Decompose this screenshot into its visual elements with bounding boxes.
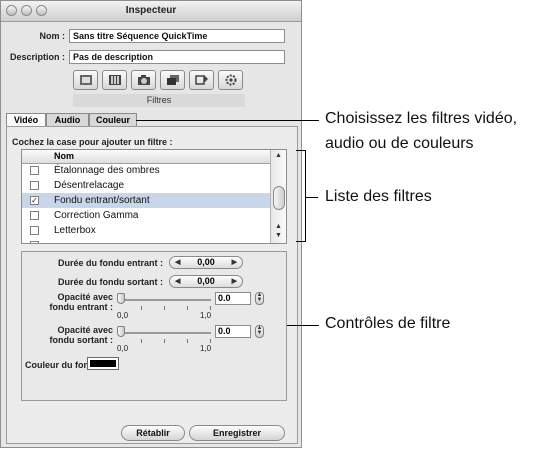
tab-audio[interactable]: Audio (46, 113, 89, 127)
slider-min-label: 0,0 (117, 344, 129, 353)
increment-arrow-icon: ▶ (231, 259, 237, 266)
scroll-thumb[interactable] (273, 186, 285, 210)
nom-field[interactable]: Sans titre Séquence QuickTime (69, 29, 285, 43)
filter-list: Nom Étalonnage des ombres Désentrelacage… (21, 149, 287, 244)
filter-checkbox-checked[interactable]: ✓ (30, 196, 39, 205)
tabs-callout-text-line2: audio ou de couleurs (325, 135, 474, 152)
tabs-callout-line (136, 120, 319, 121)
list-item[interactable]: Étalonnage des ombres (22, 163, 270, 178)
list-callout-text: Liste des filtres (325, 188, 432, 205)
reset-button[interactable]: Rétablir (121, 425, 185, 441)
slider-max-label: 1,0 (200, 311, 212, 320)
film-frames-icon[interactable] (102, 70, 127, 90)
opacity-fade-out-field[interactable]: 0.0 (215, 325, 251, 338)
controls-callout-line (287, 325, 319, 326)
list-item[interactable]: Désentrelacage (22, 178, 270, 193)
list-item[interactable] (22, 238, 270, 243)
opacity-fade-out-slider[interactable] (119, 332, 211, 334)
list-item[interactable]: ✓ Fondu entrant/sortant (22, 193, 270, 208)
filter-checkbox[interactable] (30, 166, 39, 175)
scroll-up-arrow-icon[interactable]: ▲ (275, 152, 282, 159)
column-header-nom[interactable]: Nom (22, 150, 270, 164)
list-bracket (305, 150, 306, 242)
description-field[interactable]: Pas de description (69, 50, 285, 64)
list-scrollbar[interactable]: ▲ ▲ ▼ (270, 150, 286, 243)
opacity-fade-in-spin[interactable]: ▲ ▼ (255, 292, 264, 305)
tab-couleur[interactable]: Couleur (89, 113, 137, 127)
stacked-frames-icon[interactable] (160, 70, 185, 90)
inspector-toolbar (73, 70, 245, 92)
filter-checkbox[interactable] (30, 241, 39, 243)
film-strip-icon[interactable] (73, 70, 98, 90)
fade-out-duration-label: Durée du fondu sortant : (58, 277, 163, 287)
save-button[interactable]: Enregistrer (189, 425, 285, 441)
slider-max-label: 1,0 (200, 344, 212, 353)
decrement-arrow-icon: ◀ (175, 278, 181, 285)
filter-checkbox[interactable] (30, 211, 39, 220)
tabs-callout-text-line1: Choisissez les filtres vidéo, (325, 110, 518, 127)
tab-video[interactable]: Vidéo (6, 113, 46, 127)
window-title: Inspecteur (125, 5, 177, 16)
opacity-fade-in-slider-knob[interactable] (117, 293, 125, 304)
filter-checkbox[interactable] (30, 226, 39, 235)
list-item[interactable]: Letterbox (22, 223, 270, 238)
fade-color-label: Couleur du fondu : (25, 360, 106, 370)
description-label: Description : (9, 52, 65, 62)
scroll-down-arrow-icon[interactable]: ▼ (275, 232, 282, 239)
inspector-window: Inspecteur Nom : Sans titre Séquence Qui… (0, 0, 302, 448)
slider-min-label: 0,0 (117, 311, 129, 320)
opacity-fade-out-label: Opacité avec fondu sortant : (49, 325, 114, 345)
scroll-up-arrow-icon[interactable]: ▲ (275, 223, 282, 230)
nom-label: Nom : (39, 31, 66, 41)
opacity-fade-in-field[interactable]: 0.0 (215, 292, 251, 305)
decrement-arrow-icon: ◀ (175, 259, 181, 266)
filter-checkbox[interactable] (30, 181, 39, 190)
list-bracket-bottom (296, 241, 306, 242)
opacity-fade-in-slider[interactable] (119, 299, 211, 301)
list-item[interactable]: Correction Gamma (22, 208, 270, 223)
opacity-fade-in-label: Opacité avec fondu entrant : (49, 292, 114, 312)
fade-color-swatch[interactable] (87, 357, 119, 370)
toolbar-section-label: Filtres (73, 94, 245, 107)
fade-out-duration-stepper[interactable]: ◀ 0,00 ▶ (169, 275, 243, 288)
increment-arrow-icon: ▶ (231, 278, 237, 285)
fade-color-fill (90, 360, 116, 367)
camera-icon[interactable] (131, 70, 156, 90)
filter-instruction: Cochez la case pour ajouter un filtre : (12, 137, 173, 147)
opacity-fade-out-slider-knob[interactable] (117, 326, 125, 337)
gear-icon[interactable] (218, 70, 243, 90)
controls-callout-text: Contrôles de filtre (325, 315, 451, 332)
fade-in-duration-label: Durée du fondu entrant : (58, 258, 163, 268)
list-callout-line (305, 197, 318, 198)
title-bar[interactable]: Inspecteur (1, 1, 301, 22)
opacity-fade-out-spin[interactable]: ▲ ▼ (255, 325, 264, 338)
fade-in-duration-stepper[interactable]: ◀ 0,00 ▶ (169, 256, 243, 269)
effects-icon[interactable] (189, 70, 214, 90)
